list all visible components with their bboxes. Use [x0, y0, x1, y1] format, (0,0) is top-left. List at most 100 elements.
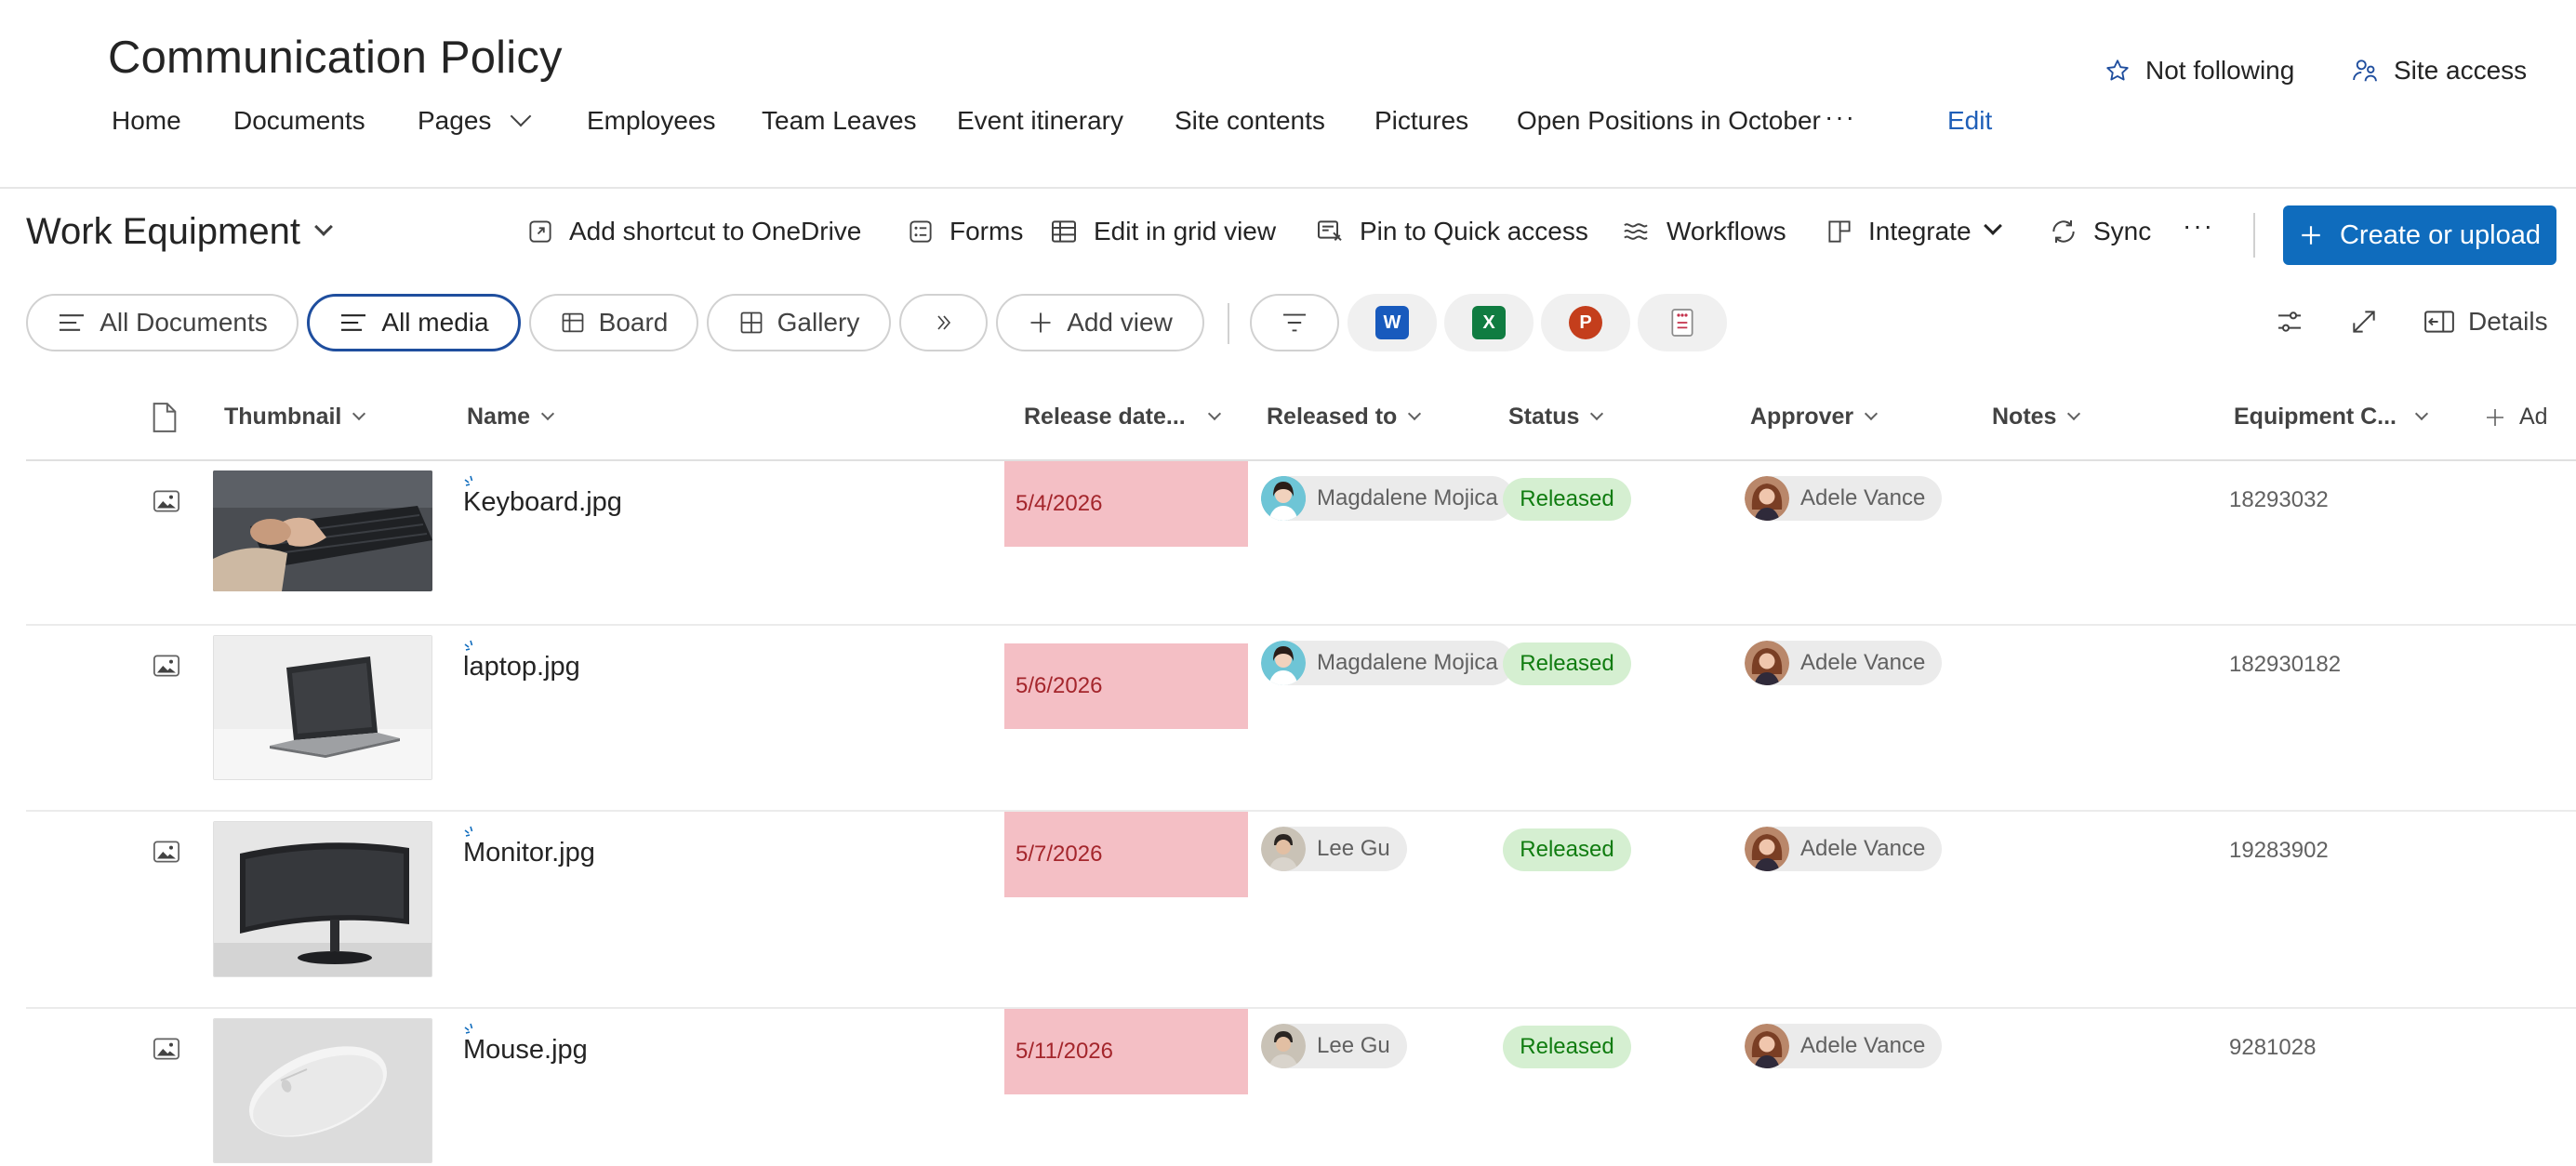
- document-type-icon[interactable]: [151, 402, 179, 433]
- forms-button[interactable]: Forms: [907, 217, 1023, 246]
- column-header-equipment[interactable]: Equipment C...: [2234, 404, 2429, 431]
- library-title-dropdown[interactable]: Work Equipment: [26, 211, 333, 253]
- column-status-label: Status: [1508, 404, 1580, 430]
- workflows-label: Workflows: [1666, 217, 1786, 245]
- site-access-label: Site access: [2394, 56, 2528, 85]
- approver-persona[interactable]: Adele Vance: [1745, 641, 1943, 685]
- file-name-link[interactable]: Monitor.jpg: [463, 826, 595, 868]
- integrate-icon: [1828, 220, 1851, 243]
- site-header: Communication Policy Home Documents Page…: [0, 0, 2576, 189]
- column-thumbnail-label: Thumbnail: [224, 404, 342, 430]
- column-release-date-label: Release date...: [1024, 404, 1186, 430]
- approver-persona[interactable]: Adele Vance: [1745, 1024, 1943, 1068]
- forms-label: Forms: [949, 217, 1024, 245]
- integrate-button[interactable]: Integrate: [1826, 217, 2002, 246]
- equipment-code: 182930182: [2229, 652, 2342, 677]
- column-header-name[interactable]: Name: [467, 404, 555, 431]
- filter-excel-files[interactable]: X: [1444, 294, 1534, 351]
- more-views-button[interactable]: [899, 294, 988, 351]
- released-to-name: Magdalene Mojica: [1317, 485, 1498, 510]
- column-header-release-date[interactable]: Release date...: [1024, 404, 1221, 431]
- monitor-photo: [214, 822, 432, 976]
- file-name-link[interactable]: laptop.jpg: [463, 640, 580, 682]
- avatar: [1745, 641, 1789, 685]
- nav-event-itinerary[interactable]: Event itinerary: [957, 102, 1123, 139]
- thumbnail-mouse[interactable]: [213, 1018, 432, 1163]
- view-gallery[interactable]: Gallery: [707, 294, 891, 351]
- status-badge: Released: [1503, 828, 1631, 871]
- view-all-media[interactable]: All media: [307, 294, 521, 351]
- nav-more[interactable]: ···: [1825, 99, 1856, 136]
- add-shortcut-button[interactable]: Add shortcut to OneDrive: [526, 217, 861, 246]
- workflows-button[interactable]: Workflows: [1620, 217, 1786, 246]
- thumbnail-keyboard[interactable]: [213, 470, 432, 591]
- table-row[interactable]: Keyboard.jpg 5/4/2026 Magdalene Mojica R…: [26, 461, 2576, 626]
- view-options-button[interactable]: [2274, 307, 2305, 337]
- nav-pages-label: Pages: [418, 106, 492, 135]
- nav-documents[interactable]: Documents: [233, 102, 365, 139]
- status-badge: Released: [1503, 478, 1631, 521]
- nav-pictures[interactable]: Pictures: [1374, 102, 1468, 139]
- column-header-released-to[interactable]: Released to: [1267, 404, 1422, 431]
- image-file-icon: [153, 655, 179, 677]
- pin-quick-access-button[interactable]: Pin to Quick access: [1315, 217, 1588, 246]
- nav-edit-link[interactable]: Edit: [1947, 102, 1992, 139]
- column-equipment-label: Equipment C...: [2234, 404, 2397, 430]
- equipment-code: 19283902: [2229, 838, 2329, 863]
- approver-persona[interactable]: Adele Vance: [1745, 476, 1943, 521]
- thumbnail-monitor[interactable]: [213, 821, 432, 977]
- file-name: laptop.jpg: [463, 652, 580, 682]
- filter-word-files[interactable]: W: [1348, 294, 1437, 351]
- filter-powerpoint-files[interactable]: P: [1541, 294, 1630, 351]
- column-header-approver[interactable]: Approver: [1750, 404, 1879, 431]
- site-access-button[interactable]: Site access: [2351, 56, 2527, 86]
- form-file-icon: [1671, 309, 1693, 337]
- nav-pages[interactable]: Pages: [418, 102, 532, 139]
- gallery-icon: [740, 311, 763, 334]
- add-view-button[interactable]: Add view: [996, 294, 1204, 351]
- chevron-down-icon: [352, 406, 366, 420]
- follow-button[interactable]: Not following: [2105, 56, 2294, 86]
- view-board[interactable]: Board: [529, 294, 698, 351]
- pin-quick-access-label: Pin to Quick access: [1360, 217, 1588, 245]
- column-header-status[interactable]: Status: [1508, 404, 1604, 431]
- release-date-cell: 5/7/2026: [1004, 812, 1248, 897]
- table-row[interactable]: laptop.jpg 5/6/2026 Magdalene Mojica Rel…: [26, 626, 2576, 812]
- filter-forms-files[interactable]: [1638, 294, 1727, 351]
- site-title[interactable]: Communication Policy: [108, 32, 563, 84]
- sync-button[interactable]: Sync: [2049, 217, 2151, 246]
- view-all-documents-label: All Documents: [100, 308, 268, 337]
- fullscreen-button[interactable]: [2349, 307, 2379, 337]
- nav-home[interactable]: Home: [112, 102, 181, 139]
- column-header-notes[interactable]: Notes: [1992, 404, 2081, 431]
- nav-site-contents[interactable]: Site contents: [1175, 102, 1325, 139]
- nav-employees[interactable]: Employees: [587, 102, 716, 139]
- released-to-persona[interactable]: Magdalene Mojica: [1261, 641, 1514, 685]
- grid-icon: [1052, 220, 1076, 243]
- file-name-link[interactable]: Keyboard.jpg: [463, 475, 622, 518]
- filter-button[interactable]: [1250, 294, 1339, 351]
- edit-grid-view-button[interactable]: Edit in grid view: [1049, 217, 1276, 246]
- released-to-persona[interactable]: Magdalene Mojica: [1261, 476, 1514, 521]
- release-date-cell: 5/6/2026: [1004, 643, 1248, 729]
- column-name-label: Name: [467, 404, 531, 430]
- table-row[interactable]: Monitor.jpg 5/7/2026 Lee Gu Released Ade…: [26, 812, 2576, 1009]
- column-header-thumbnail[interactable]: Thumbnail: [224, 404, 366, 431]
- sync-label: Sync: [2093, 217, 2152, 245]
- nav-open-positions[interactable]: Open Positions in October: [1517, 102, 1821, 139]
- view-all-documents[interactable]: All Documents: [26, 294, 299, 351]
- nav-team-leaves[interactable]: Team Leaves: [762, 102, 917, 139]
- view-switcher: All Documents All media Board Gallery Ad…: [0, 294, 2576, 353]
- powerpoint-icon: P: [1569, 306, 1602, 339]
- approver-persona[interactable]: Adele Vance: [1745, 827, 1943, 871]
- more-commands-button[interactable]: ···: [2183, 211, 2214, 241]
- details-pane-button[interactable]: Details: [2423, 307, 2548, 337]
- released-to-persona[interactable]: Lee Gu: [1261, 1024, 1407, 1068]
- create-upload-button[interactable]: Create or upload: [2283, 205, 2556, 265]
- thumbnail-laptop[interactable]: [213, 635, 432, 780]
- create-upload-label: Create or upload: [2339, 219, 2542, 250]
- file-name-link[interactable]: Mouse.jpg: [463, 1023, 588, 1066]
- add-column-button[interactable]: Ad: [2484, 404, 2548, 431]
- table-row[interactable]: Mouse.jpg 5/11/2026 Lee Gu Released Adel…: [26, 1009, 2576, 1166]
- released-to-persona[interactable]: Lee Gu: [1261, 827, 1407, 871]
